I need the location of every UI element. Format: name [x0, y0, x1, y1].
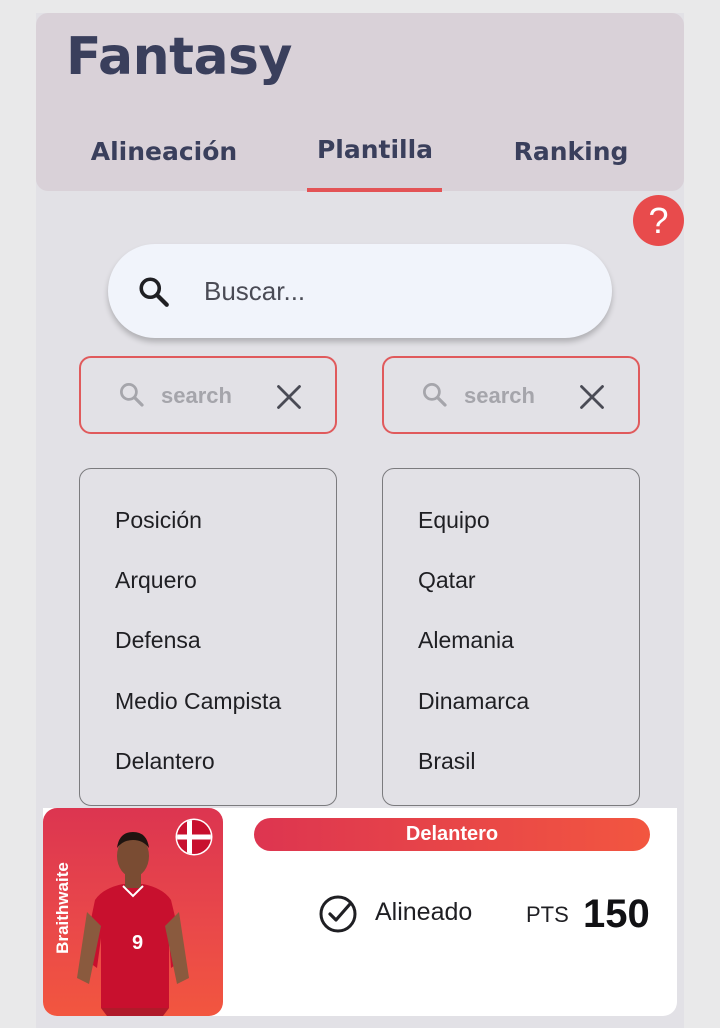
close-icon[interactable]	[578, 383, 606, 416]
team-filter-search[interactable]: search	[382, 356, 640, 434]
team-filter-list: Equipo Qatar Alemania Dinamarca Brasil	[382, 468, 640, 806]
search-input[interactable]: Buscar...	[204, 276, 305, 307]
lineup-status: Alineado	[375, 898, 473, 926]
position-badge: Delantero	[254, 818, 650, 851]
team-option[interactable]: Brasil	[418, 748, 476, 775]
header: Fantasy Alineación Plantilla Ranking	[36, 13, 684, 192]
search-icon	[136, 274, 172, 315]
position-option[interactable]: Posición	[115, 507, 202, 534]
position-option[interactable]: Defensa	[115, 627, 201, 654]
position-search-input[interactable]: search	[161, 383, 232, 409]
position-option[interactable]: Medio Campista	[115, 688, 281, 715]
position-option[interactable]: Arquero	[115, 567, 197, 594]
position-filter-list: Posición Arquero Defensa Medio Campista …	[79, 468, 337, 806]
points-label: PTS	[526, 902, 569, 927]
team-option[interactable]: Equipo	[418, 507, 490, 534]
help-button[interactable]: ?	[633, 195, 684, 246]
shirt-number: 9	[132, 932, 144, 954]
position-option[interactable]: Delantero	[115, 748, 215, 775]
tab-alineacion[interactable]: Alineación	[84, 137, 244, 166]
denmark-flag-icon	[175, 818, 213, 861]
search-bar[interactable]: Buscar...	[108, 244, 612, 338]
check-circle-icon	[317, 893, 359, 940]
tab-plantilla[interactable]: Plantilla	[308, 135, 442, 164]
position-filter-search[interactable]: search	[79, 356, 337, 434]
player-card[interactable]: Braithwaite 9 Delantero Alineado PTS 150	[43, 808, 677, 1016]
player-photo: Braithwaite 9	[43, 808, 223, 1016]
search-icon	[420, 380, 450, 415]
app-title: Fantasy	[66, 27, 292, 87]
close-icon[interactable]	[275, 383, 303, 416]
team-option[interactable]: Dinamarca	[418, 688, 529, 715]
app-container: Fantasy Alineación Plantilla Ranking ? B…	[36, 13, 684, 1028]
team-search-input[interactable]: search	[464, 383, 535, 409]
search-icon	[117, 380, 147, 415]
tab-ranking[interactable]: Ranking	[506, 137, 636, 166]
active-tab-indicator	[307, 188, 442, 192]
team-option[interactable]: Alemania	[418, 627, 514, 654]
team-option[interactable]: Qatar	[418, 567, 476, 594]
points-value: 150	[583, 892, 650, 936]
